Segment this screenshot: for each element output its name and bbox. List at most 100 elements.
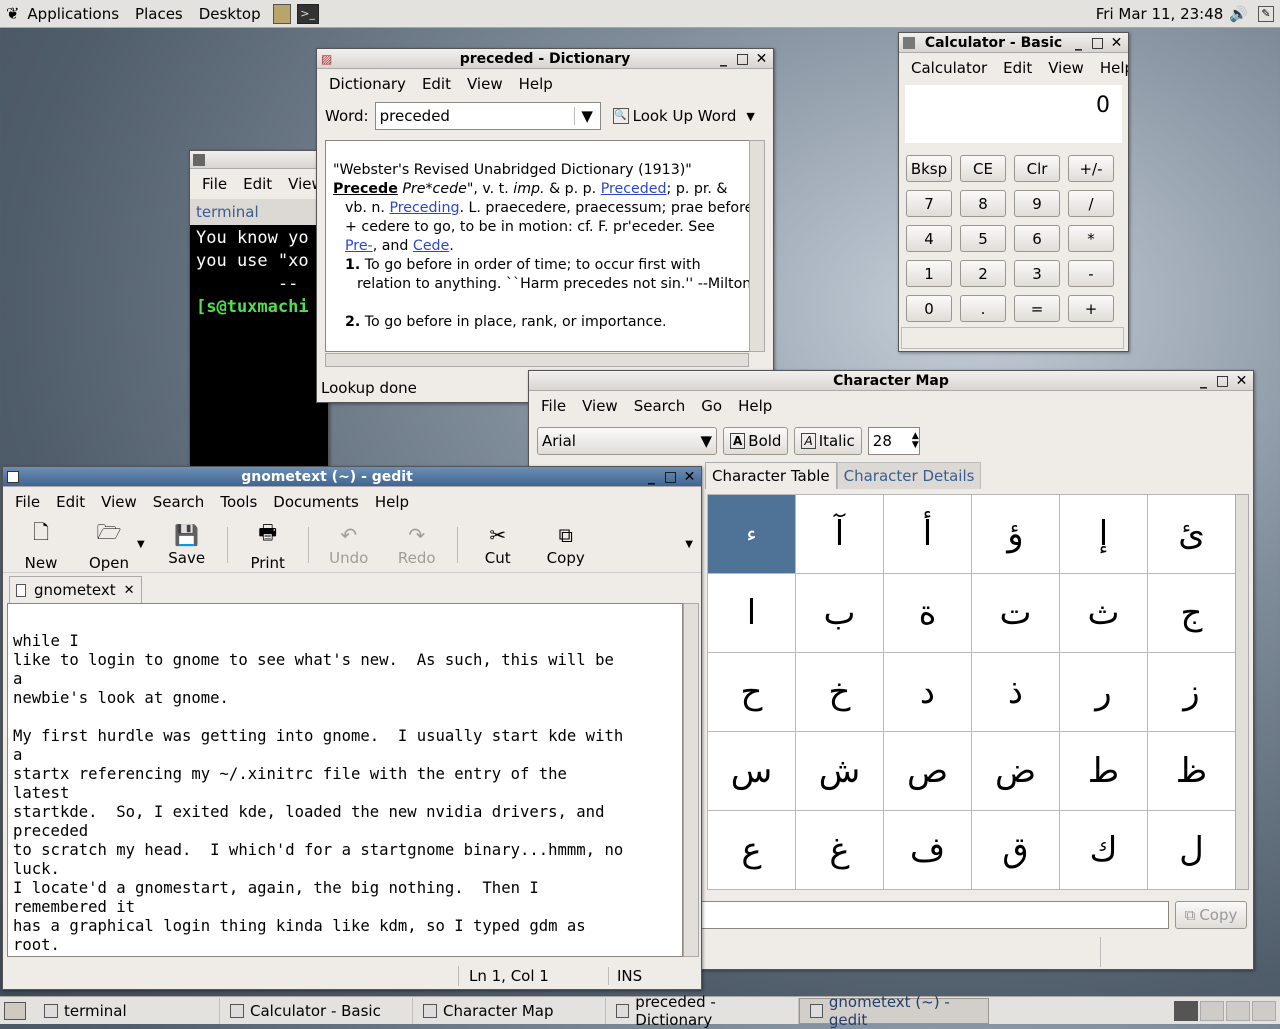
character-cell[interactable]: ذ	[972, 653, 1060, 732]
workspace-4[interactable]	[1252, 1000, 1276, 1021]
character-cell[interactable]: ص	[884, 732, 972, 811]
open-recent-chevron-icon[interactable]: ▼	[137, 539, 145, 550]
word-combo[interactable]: preceded ▼	[374, 102, 601, 130]
look-up-word-button[interactable]: 🔍 Look Up Word ▼	[607, 102, 761, 130]
calc-key[interactable]: =	[1014, 295, 1060, 322]
desktop-menu[interactable]: Desktop	[191, 5, 269, 23]
gedit-menu-help[interactable]: Help	[367, 493, 417, 511]
calculator-menu-view[interactable]: View	[1040, 59, 1092, 77]
tab-character-table[interactable]: Character Table	[705, 462, 837, 489]
charmap-menu-file[interactable]: File	[533, 397, 574, 415]
dictionary-app-icon[interactable]: ▨	[321, 52, 332, 66]
terminal-screen[interactable]: You know yo you use "xo -- [s@tuxmachi	[190, 225, 328, 469]
cut-button[interactable]: ✂ Cut	[464, 523, 532, 567]
gedit-menu-file[interactable]: File	[7, 493, 48, 511]
calc-key[interactable]: Bksp	[906, 155, 952, 182]
character-cell[interactable]: ئ	[1148, 495, 1235, 574]
text-to-copy-input[interactable]	[701, 901, 1169, 929]
calc-key[interactable]: Clr	[1014, 155, 1060, 182]
calc-key[interactable]: +/-	[1068, 155, 1114, 182]
calc-key[interactable]: /	[1068, 190, 1114, 217]
character-cell[interactable]: ض	[972, 732, 1060, 811]
minimize-icon[interactable]: _	[715, 51, 732, 68]
minimize-icon[interactable]: _	[1195, 373, 1212, 390]
character-cell[interactable]: ل	[1148, 811, 1235, 890]
charmap-menu-help[interactable]: Help	[730, 397, 780, 415]
dictionary-menu-dictionary[interactable]: Dictionary	[321, 75, 414, 93]
workspace-switcher[interactable]	[1174, 1000, 1276, 1021]
save-button[interactable]: 💾 Save	[153, 523, 221, 567]
character-cell[interactable]: ؤ	[972, 495, 1060, 574]
character-cell[interactable]: إ	[1060, 495, 1148, 574]
close-icon[interactable]: ✕	[753, 51, 770, 68]
close-icon[interactable]: ✕	[1233, 373, 1250, 390]
definition-view[interactable]: "Webster's Revised Unabridged Dictionary…	[325, 140, 765, 352]
places-menu[interactable]: Places	[127, 5, 191, 23]
print-button[interactable]: 🖶 Print	[234, 518, 302, 572]
gedit-menu-view[interactable]: View	[93, 493, 145, 511]
definition-hscrollbar[interactable]	[325, 353, 749, 367]
character-cell[interactable]: ط	[1060, 732, 1148, 811]
link-cede[interactable]: Cede	[413, 238, 449, 254]
calc-key[interactable]: 6	[1014, 225, 1060, 252]
toolbar-overflow-chevron-icon[interactable]: ▼	[685, 539, 693, 550]
bold-toggle[interactable]: A Bold	[723, 427, 789, 455]
volume-icon[interactable]: 🔊	[1229, 5, 1248, 23]
word-input[interactable]: preceded	[376, 107, 574, 125]
link-preceded[interactable]: Preceded	[601, 181, 667, 197]
charmap-titlebar[interactable]: Character Map _ □ ✕	[529, 371, 1253, 391]
character-grid-scrollbar[interactable]	[1235, 494, 1249, 890]
calc-key[interactable]: 9	[1014, 190, 1060, 217]
calc-key[interactable]: 5	[960, 225, 1006, 252]
calc-key[interactable]: 1	[906, 260, 952, 287]
terminal-tab[interactable]: terminal	[190, 199, 328, 225]
text-editor[interactable]: while I like to login to gnome to see wh…	[7, 603, 683, 957]
close-icon[interactable]: ✕	[1108, 35, 1125, 52]
taskbar-button[interactable]: Character Map	[413, 997, 606, 1024]
taskbar-button[interactable]: preceded - Dictionary	[606, 993, 799, 1029]
calculator-menu-help[interactable]: Help	[1092, 59, 1128, 77]
character-cell[interactable]: ك	[1060, 811, 1148, 890]
character-cell[interactable]: ج	[1148, 574, 1235, 653]
new-button[interactable]: 🗋 New	[7, 518, 75, 572]
character-cell[interactable]: ف	[884, 811, 972, 890]
dictionary-menu-edit[interactable]: Edit	[414, 75, 459, 93]
calc-key[interactable]: 0	[906, 295, 952, 322]
calc-key[interactable]: 7	[906, 190, 952, 217]
character-cell[interactable]: أ	[884, 495, 972, 574]
gedit-menu-tools[interactable]: Tools	[212, 493, 265, 511]
calc-key[interactable]: *	[1068, 225, 1114, 252]
editor-scrollbar[interactable]	[683, 603, 699, 957]
character-cell[interactable]: ع	[708, 811, 796, 890]
character-cell[interactable]: ق	[972, 811, 1060, 890]
redo-button[interactable]: ↷ Redo	[383, 523, 451, 567]
calculator-app-icon[interactable]	[903, 36, 915, 49]
calculator-menu-edit[interactable]: Edit	[995, 59, 1040, 77]
document-tab[interactable]: gnometext ✕	[9, 576, 142, 603]
calc-key[interactable]: +	[1068, 295, 1114, 322]
show-desktop-icon[interactable]	[4, 1001, 26, 1020]
tab-character-details[interactable]: Character Details	[836, 462, 982, 489]
definition-vscrollbar[interactable]	[749, 140, 765, 352]
terminal-titlebar[interactable]	[190, 151, 328, 169]
taskbar-button[interactable]: terminal	[34, 997, 220, 1024]
font-select[interactable]: Arial ▼	[537, 427, 717, 455]
charmap-menu-search[interactable]: Search	[626, 397, 694, 415]
calc-key[interactable]: 2	[960, 260, 1006, 287]
link-preceding[interactable]: Preceding	[389, 200, 459, 216]
calc-key[interactable]: 4	[906, 225, 952, 252]
close-tab-icon[interactable]: ✕	[124, 583, 135, 598]
character-cell[interactable]: خ	[796, 653, 884, 732]
charmap-menu-go[interactable]: Go	[693, 397, 730, 415]
character-cell[interactable]: س	[708, 732, 796, 811]
panel-edit-icon[interactable]: ✎	[1258, 5, 1274, 22]
character-cell[interactable]: ا	[708, 574, 796, 653]
character-cell[interactable]: آ	[796, 495, 884, 574]
calc-key[interactable]: -	[1068, 260, 1114, 287]
terminal-menu-file[interactable]: File	[194, 175, 235, 193]
taskbar-button[interactable]: gnometext (~) - gedit	[799, 993, 989, 1029]
minimize-icon[interactable]: _	[643, 469, 660, 486]
spin-arrows-icon[interactable]: ▲ ▼	[912, 432, 919, 450]
character-cell[interactable]: ب	[796, 574, 884, 653]
character-cell[interactable]: ة	[884, 574, 972, 653]
